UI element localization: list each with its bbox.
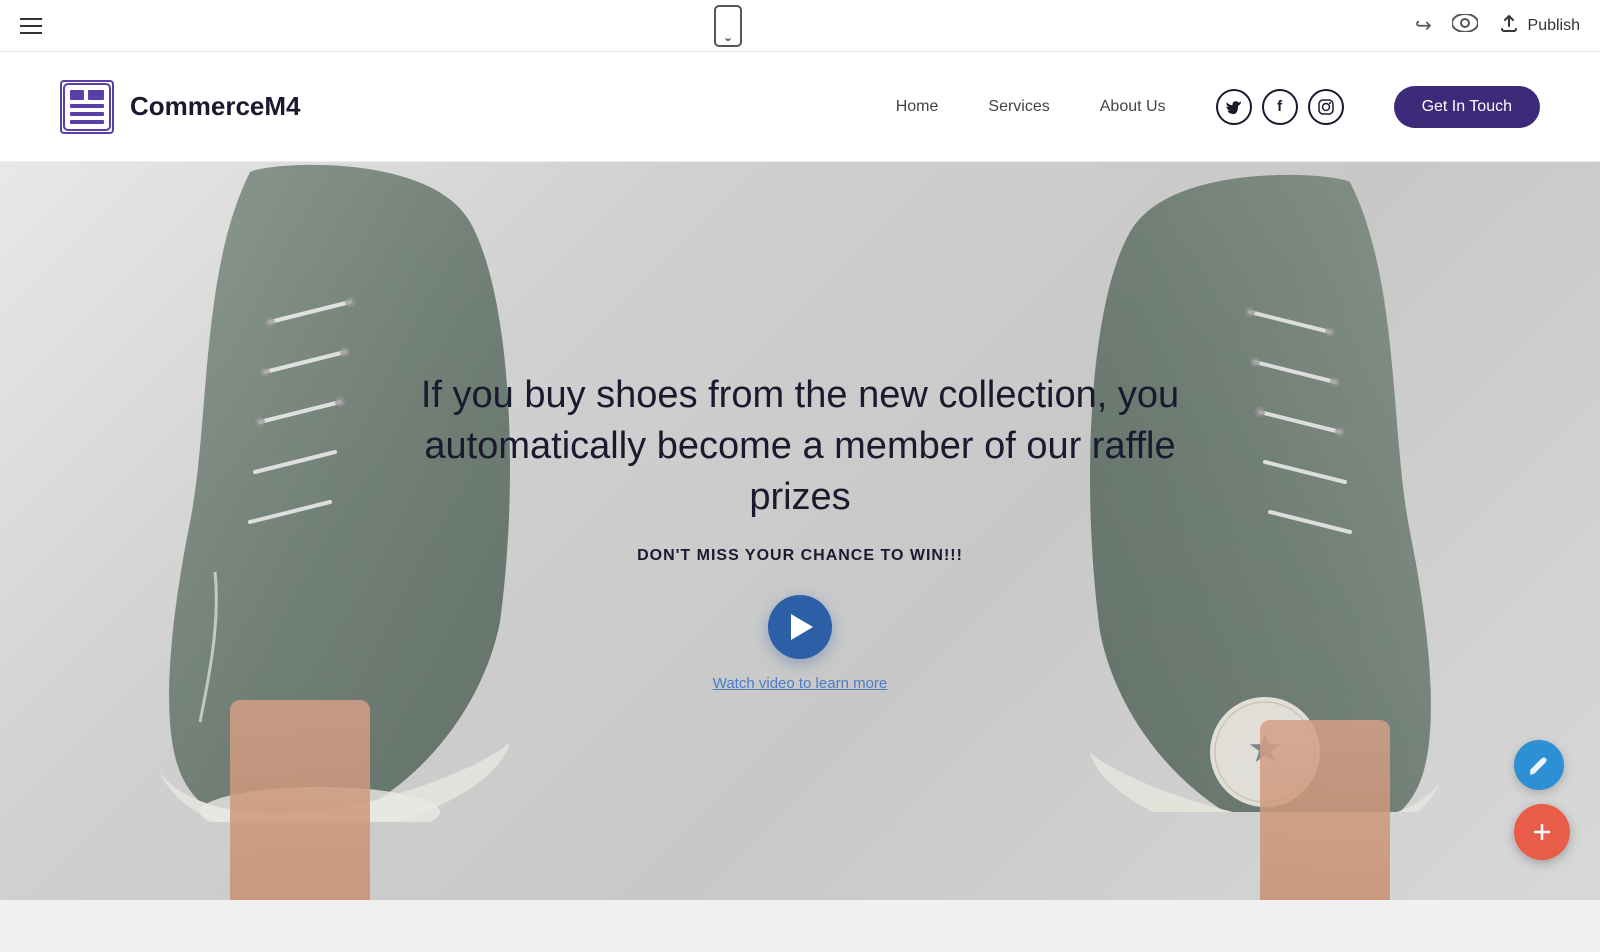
nav-services[interactable]: Services: [988, 98, 1049, 116]
logo-icon: [60, 80, 114, 134]
facebook-icon: f: [1277, 98, 1282, 115]
plus-icon: [1530, 820, 1554, 844]
video-play-wrapper: Watch video to learn more: [713, 595, 888, 692]
twitter-social-button[interactable]: [1216, 89, 1252, 125]
get-in-touch-button[interactable]: Get In Touch: [1394, 86, 1540, 128]
toolbar-left: [20, 18, 42, 34]
website-preview: CommerceM4 Home Services About Us f: [0, 52, 1600, 900]
play-triangle-icon: [791, 614, 813, 640]
nav-social: f: [1216, 89, 1344, 125]
publish-button[interactable]: Publish: [1498, 12, 1580, 39]
nav-home[interactable]: Home: [896, 98, 939, 116]
hero-title: If you buy shoes from the new collection…: [420, 370, 1180, 524]
add-fab-button[interactable]: [1514, 804, 1570, 860]
facebook-social-button[interactable]: f: [1262, 89, 1298, 125]
site-header: CommerceM4 Home Services About Us f: [0, 52, 1600, 162]
site-logo: CommerceM4: [60, 80, 301, 134]
pencil-icon: [1528, 754, 1550, 776]
hamburger-menu-icon[interactable]: [20, 18, 42, 34]
edit-fab-button[interactable]: [1514, 740, 1564, 790]
hero-subtitle: DON'T MISS YOUR CHANCE TO WIN!!!: [637, 547, 963, 565]
preview-eye-icon[interactable]: [1452, 14, 1478, 38]
hero-section: ★ If you buy shoes from the new collecti…: [0, 162, 1600, 900]
watch-video-link[interactable]: Watch video to learn more: [713, 675, 888, 692]
publish-label: Publish: [1528, 17, 1580, 35]
fab-container: [1514, 740, 1570, 860]
hero-content: If you buy shoes from the new collection…: [0, 162, 1600, 900]
toolbar-center: [714, 5, 742, 47]
instagram-social-button[interactable]: [1308, 89, 1344, 125]
play-video-button[interactable]: [768, 595, 832, 659]
undo-icon[interactable]: ↩: [1415, 13, 1432, 38]
toolbar-right: ↩ Publish: [1415, 12, 1580, 39]
site-nav: Home Services About Us f: [896, 86, 1540, 128]
site-name: CommerceM4: [130, 91, 301, 122]
nav-links: Home Services About Us: [896, 98, 1166, 116]
nav-about-us[interactable]: About Us: [1100, 98, 1166, 116]
editor-toolbar: ↩ Publish: [0, 0, 1600, 52]
mobile-preview-icon[interactable]: [714, 5, 742, 47]
upload-icon: [1498, 12, 1520, 39]
